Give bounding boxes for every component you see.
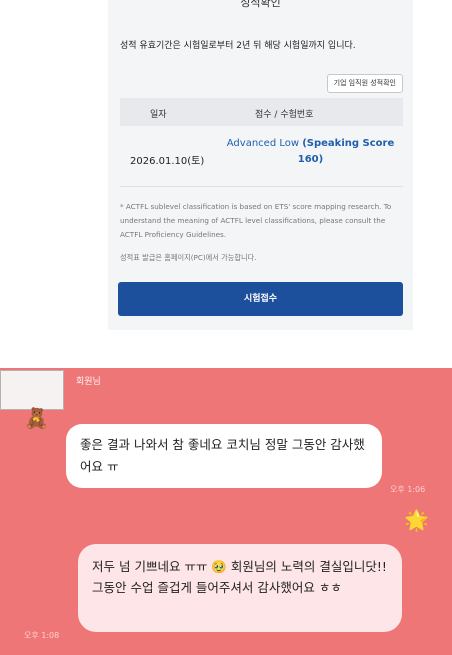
actfl-footnote: * ACTFL sublevel classification is based…: [120, 202, 392, 239]
avatar[interactable]: [0, 370, 64, 410]
divider: [120, 186, 403, 187]
validity-notice: 성적 유효기간은 시험일로부터 2년 뒤 해당 시험일까지 입니다.: [120, 41, 356, 51]
message-time-sent: 오후 1:08: [24, 631, 60, 640]
exam-date: 2026.01.10(토): [130, 156, 205, 167]
message-bubble-received[interactable]: 좋은 결과 나와서 참 좋네요 코치님 정말 그동안 감사했어요 ㅠ: [66, 424, 382, 488]
speaking-score: (Speaking Score 160): [297, 138, 395, 165]
sender-name: 회원님: [76, 377, 101, 387]
character-sticker-icon: 🧸: [24, 406, 49, 430]
message-time-received: 오후 1:06: [390, 485, 426, 494]
page-title: 성적확인: [240, 0, 281, 9]
column-header-score: 점수 / 수험번호: [255, 110, 314, 120]
pc-issuance-note: 성적표 발급은 홈페이지(PC)에서 가능합니다.: [120, 253, 257, 262]
score-result-link[interactable]: Advanced Low (Speaking Score 160): [223, 136, 398, 168]
score-card: 성적확인 성적 유효기간은 시험일로부터 2년 뒤 해당 시험일까지 입니다. …: [108, 0, 413, 330]
exam-apply-button[interactable]: 시험접수: [118, 282, 403, 316]
column-header-date: 일자: [150, 110, 167, 120]
message-bubble-sent[interactable]: 저두 넘 기쁘네요 ㅠㅠ 🥹 회원님의 노력의 결실입니닷!! 그동안 수업 즐…: [78, 544, 402, 632]
character-sticker-icon: 🌟: [404, 508, 429, 532]
chat-screen: 회원님 🧸 좋은 결과 나와서 참 좋네요 코치님 정말 그동안 감사했어요 ㅠ…: [0, 368, 452, 655]
corporate-score-check-button[interactable]: 기업 임직원 성적확인: [326, 74, 403, 93]
score-table-header: 일자 점수 / 수험번호: [120, 98, 403, 126]
score-level: Advanced Low: [226, 138, 300, 149]
